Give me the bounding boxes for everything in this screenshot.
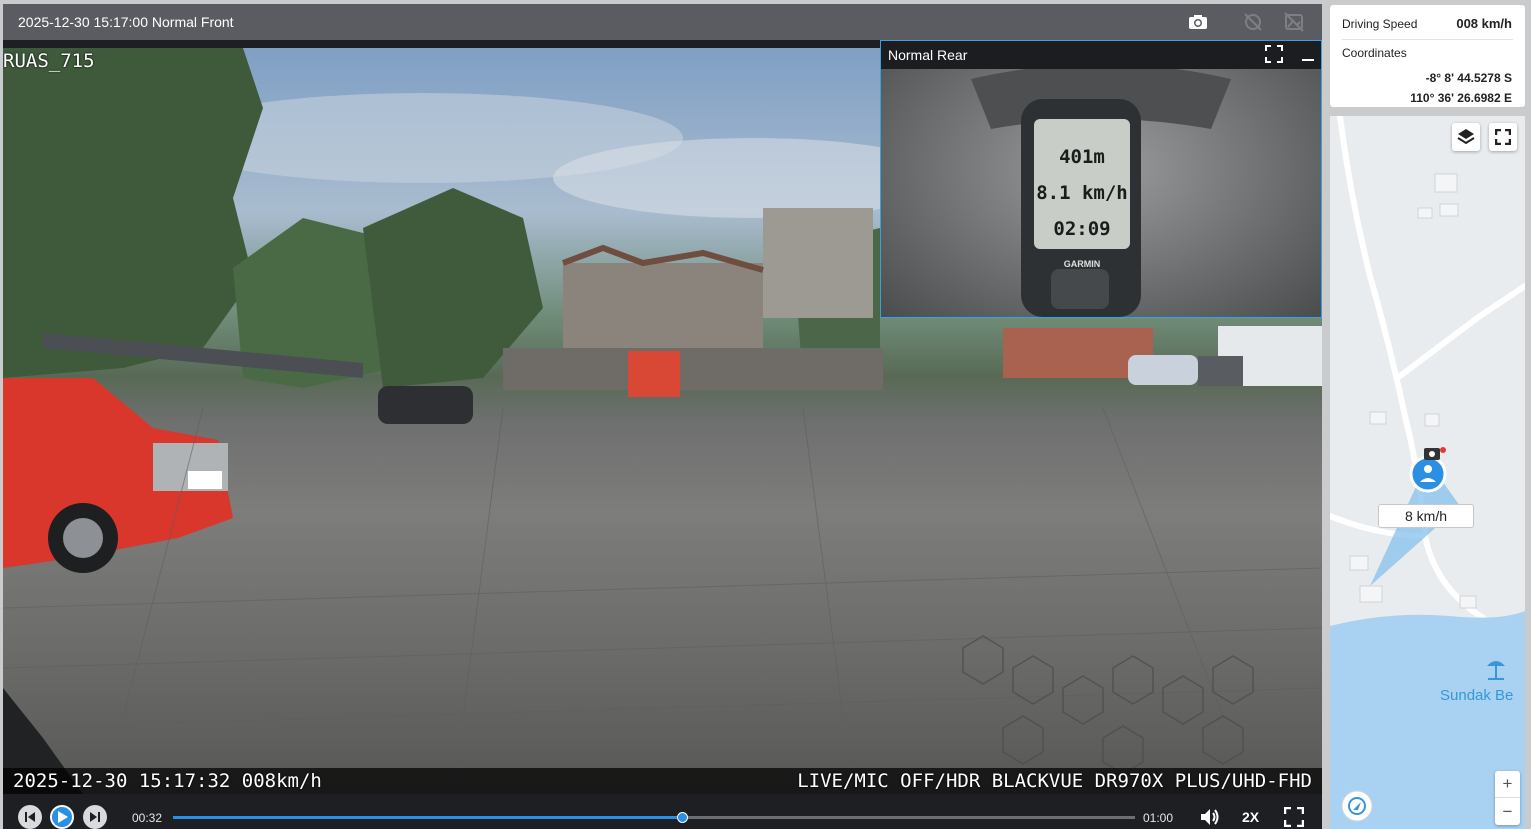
info-divider [1342,39,1513,40]
player-titlebar: 2025-12-30 15:17:00 Normal Front [3,4,1322,40]
prev-button[interactable] [18,805,42,829]
video-title: 2025-12-30 15:17:00 Normal Front [18,14,234,30]
map-fullscreen-button[interactable] [1489,123,1517,151]
caption-timestamp-speed: 2025-12-30 15:17:32 008km/h [13,770,322,792]
map-view[interactable]: 8 km/h Sundak Be + − [1330,116,1525,829]
caption-device-info: LIVE/MIC OFF/HDR BLACKVUE DR970X PLUS/UH… [797,770,1312,792]
rear-title: Normal Rear [888,47,968,63]
time-total: 01:00 [1143,811,1174,825]
volume-icon [1201,809,1219,825]
vehicle-marker [1409,455,1447,493]
map-art [1330,116,1525,829]
play-button[interactable] [50,805,74,829]
longitude-value: 110° 36' 26.6982 E [1410,91,1512,105]
zoom-in-button[interactable]: + [1495,771,1520,798]
rear-header: Normal Rear [881,41,1321,68]
driving-speed-value: 008 km/h [1456,16,1512,31]
video-player: 2025-12-30 15:17:00 Normal Front RUAS_71… [3,4,1322,829]
expand-icon[interactable] [1265,45,1283,63]
gps-time: 02:09 [1053,218,1111,240]
layers-icon [1457,129,1475,145]
rear-camera-view: GARMIN 401m 8.1 km/h 02:09 [881,69,1321,317]
time-current: 00:32 [132,811,163,825]
video-caption-strip: 2025-12-30 15:17:32 008km/h LIVE/MIC OFF… [3,768,1322,794]
driving-speed-label: Driving Speed [1342,17,1418,31]
next-icon [90,812,100,822]
map-layers-button[interactable] [1452,123,1480,151]
next-button[interactable] [83,805,107,829]
rear-camera-pip[interactable]: Normal Rear GARMIN 401m 8.1 km/h 02:09 [880,40,1322,318]
seek-thumb[interactable] [676,812,688,823]
driving-info-panel: Driving Speed 008 km/h Coordinates -8° 8… [1330,5,1525,107]
snapshot-icon[interactable] [1186,10,1210,34]
map-speed-chip: 8 km/h [1378,504,1474,528]
fullscreen-icon [1283,806,1305,828]
play-icon [58,811,68,823]
volume-button[interactable] [1199,807,1221,827]
minimize-icon[interactable] [1299,45,1317,63]
map-zoom-control: + − [1495,771,1520,825]
camera-badge-icon [1424,447,1446,460]
map-fullscreen-icon [1495,129,1511,145]
playback-speed-button[interactable]: 2X [1242,809,1259,825]
coordinates-label: Coordinates [1342,46,1407,60]
gps-speed: 8.1 km/h [1036,182,1128,204]
app-root: 2025-12-30 15:17:00 Normal Front RUAS_71… [0,0,1531,829]
seek-bar[interactable] [173,812,1135,823]
gps-altitude: 401m [1059,146,1105,168]
fullscreen-button[interactable] [1283,806,1305,828]
gps-readings: 401m 8.1 km/h 02:09 [1036,139,1128,247]
latitude-value: -8° 8' 44.5278 S [1425,71,1512,85]
zoom-out-button[interactable]: − [1495,798,1520,825]
camera-name-overlay: RUAS_715 [3,50,95,72]
gps-brand-text: GARMIN [1064,259,1101,269]
gallery-off-icon[interactable] [1282,10,1306,34]
prev-icon [25,812,35,822]
map-place-label: Sundak Be [1440,687,1514,704]
seek-bar-fill [173,816,683,819]
playback-controls: 00:32 01:00 2X [3,799,1322,829]
pin-off-icon[interactable] [1241,10,1265,34]
locate-icon[interactable] [1341,790,1373,822]
